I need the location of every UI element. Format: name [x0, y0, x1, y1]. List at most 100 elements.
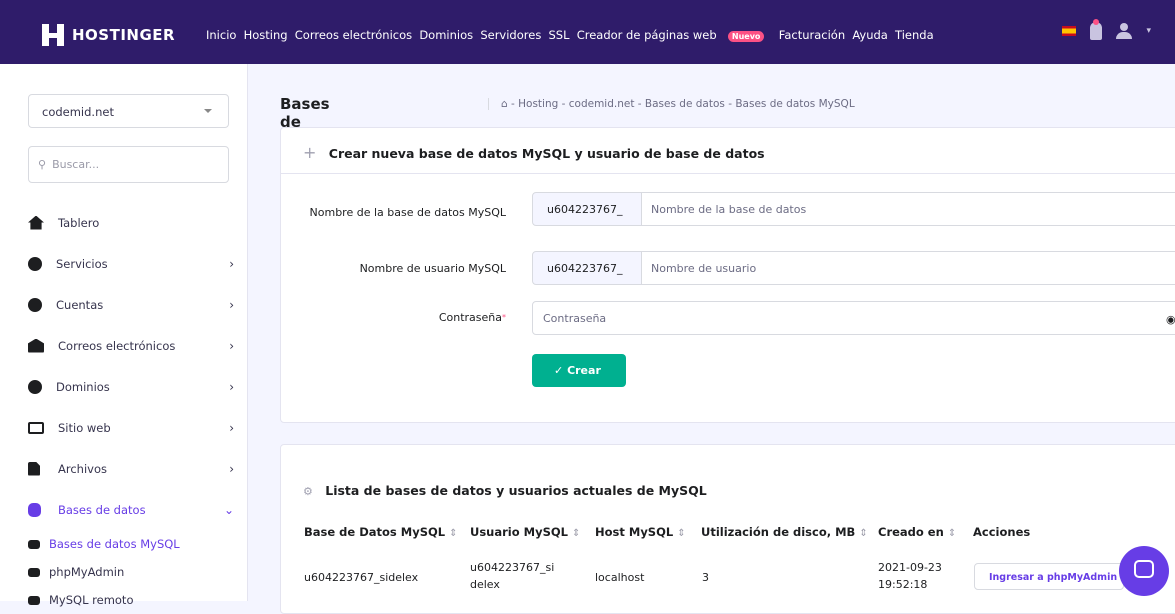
nav-hosting[interactable]: Hosting — [244, 28, 288, 42]
sidebar-item-tablero[interactable]: Tablero — [28, 202, 238, 243]
crear-button[interactable]: ✓ Crear — [532, 354, 626, 387]
nav-ssl[interactable]: SSL — [549, 28, 570, 42]
sidebar-item-label: Archivos — [58, 461, 107, 476]
sidebar-item-correos[interactable]: Correos electrónicos › — [28, 325, 238, 366]
info-icon — [28, 297, 42, 312]
db-name-label: Nombre de la base de datos MySQL — [309, 206, 506, 219]
nav-servidores[interactable]: Servidores — [480, 28, 541, 42]
col-header-label: Usuario MySQL — [470, 525, 568, 539]
col-header-user[interactable]: Usuario MySQL ⇕ — [470, 525, 580, 539]
check-icon: ✓ — [554, 364, 564, 377]
col-header-label: Creado en — [878, 525, 944, 539]
sidebar-item-bases-de-datos[interactable]: Bases de datos ⌄ — [28, 489, 238, 530]
top-navbar: HOSTINGER Inicio Hosting Correos electró… — [0, 0, 1175, 64]
sidebar: codemid.net ⚲ Buscar... Tablero Servicio… — [0, 64, 248, 607]
chevron-right-icon: › — [229, 338, 234, 353]
password-input[interactable]: Contraseña — [532, 301, 1175, 335]
breadcrumb-path[interactable]: - Hosting - codemid.net - Bases de datos… — [511, 98, 855, 110]
eye-icon[interactable]: ◉ — [1166, 313, 1175, 326]
topbar-icons: ▾ — [1062, 19, 1151, 40]
col-header-disk[interactable]: Utilización de disco, MB ⇕ — [701, 525, 868, 539]
chevron-right-icon: › — [229, 379, 234, 394]
col-header-host[interactable]: Host MySQL ⇕ — [595, 525, 686, 539]
sort-icon: ⇕ — [572, 528, 581, 539]
col-header-created[interactable]: Creado en ⇕ — [878, 525, 956, 539]
globe-icon — [28, 379, 42, 394]
sidebar-subitem-label: MySQL remoto — [49, 593, 134, 607]
chevron-right-icon: › — [229, 420, 234, 435]
sidebar-item-servicios[interactable]: Servicios › — [28, 243, 238, 284]
nav-tienda[interactable]: Tienda — [895, 28, 934, 42]
file-icon — [28, 461, 40, 476]
user-name-input[interactable]: Nombre de usuario — [641, 251, 1175, 285]
sidebar-subitem-label: phpMyAdmin — [49, 565, 125, 579]
sidebar-item-label: Bases de datos — [58, 502, 146, 517]
sidebar-subitem-label: Bases de datos MySQL — [49, 537, 180, 551]
sidebar-item-dominios[interactable]: Dominios › — [28, 366, 238, 407]
notification-bell-icon[interactable] — [1090, 19, 1103, 40]
chat-icon — [1134, 560, 1154, 578]
col-header-label: Base de Datos MySQL — [304, 525, 446, 539]
sort-icon: ⇕ — [449, 528, 458, 539]
create-card-title: Crear nueva base de datos MySQL y usuari… — [328, 146, 765, 161]
cell-user: u604223767_sidelex — [470, 561, 555, 591]
domain-select[interactable]: codemid.net — [28, 94, 229, 128]
hostinger-logo[interactable]: HOSTINGER — [42, 24, 175, 46]
required-asterisk: * — [502, 313, 506, 322]
spanish-flag-icon[interactable] — [1062, 26, 1077, 36]
sidebar-subitem-mysql[interactable]: Bases de datos MySQL — [28, 530, 238, 558]
database-icon — [28, 539, 40, 549]
sidebar-subitem-mysql-remoto[interactable]: MySQL remoto — [28, 586, 238, 614]
new-badge: Nuevo — [727, 31, 765, 42]
sidebar-item-label: Cuentas — [56, 297, 104, 312]
chevron-down-icon[interactable]: ▾ — [1146, 26, 1151, 36]
sidebar-item-archivos[interactable]: Archivos › — [28, 448, 238, 489]
hostinger-logo-icon — [42, 24, 64, 46]
password-placeholder: Contraseña — [543, 312, 607, 325]
list-card-header: ⚙ Lista de bases de datos y usuarios act… — [281, 445, 1175, 498]
sidebar-item-cuentas[interactable]: Cuentas › — [28, 284, 238, 325]
database-icon — [28, 502, 41, 517]
db-prefix: u604223767_ — [532, 192, 642, 226]
breadcrumb: ⌂ - Hosting - codemid.net - Bases de dat… — [488, 98, 855, 110]
envelope-icon — [28, 338, 44, 353]
main-nav: Inicio Hosting Correos electrónicos Domi… — [206, 28, 941, 42]
sidebar-item-label: Servicios — [56, 256, 108, 271]
create-card-header[interactable]: + Crear nueva base de datos MySQL y usua… — [281, 128, 1175, 174]
password-label-wrap: Contraseña* — [280, 309, 506, 326]
database-settings-icon — [28, 567, 40, 577]
nav-dominios[interactable]: Dominios — [419, 28, 473, 42]
col-header-label: Utilización de disco, MB — [701, 525, 856, 539]
sidebar-item-label: Dominios — [56, 379, 110, 394]
user-prefix: u604223767_ — [532, 251, 642, 285]
domain-select-value: codemid.net — [42, 105, 114, 119]
database-remote-icon — [28, 595, 40, 605]
sidebar-item-label: Tablero — [58, 215, 100, 230]
user-name-label: Nombre de usuario MySQL — [359, 262, 506, 275]
password-label: Contraseña — [438, 311, 502, 324]
nav-correos[interactable]: Correos electrónicos — [295, 28, 412, 42]
home-icon[interactable]: ⌂ — [501, 98, 508, 110]
sidebar-subitem-phpmyadmin[interactable]: phpMyAdmin — [28, 558, 238, 586]
chat-widget-button[interactable] — [1119, 546, 1169, 596]
sidebar-item-sitio-web[interactable]: Sitio web › — [28, 407, 238, 448]
nav-facturacion[interactable]: Facturación — [779, 28, 845, 42]
cell-created: 2021-09-23 19:52:18 — [878, 561, 942, 591]
nav-ayuda[interactable]: Ayuda — [852, 28, 888, 42]
sidebar-menu: Tablero Servicios › Cuentas › Correos el… — [28, 202, 238, 614]
ingresar-phpmyadmin-button[interactable]: Ingresar a phpMyAdmin — [974, 563, 1124, 590]
plus-icon: + — [303, 143, 317, 162]
nav-creador[interactable]: Creador de páginas web — [577, 28, 717, 42]
nav-inicio[interactable]: Inicio — [206, 28, 236, 42]
cell-disk: 3 — [702, 571, 709, 584]
col-header-db[interactable]: Base de Datos MySQL ⇕ — [304, 525, 458, 539]
nav-creador-wrap[interactable]: Creador de páginas web Nuevo — [577, 28, 772, 42]
sidebar-item-label: Sitio web — [58, 420, 111, 435]
db-name-input[interactable]: Nombre de la base de datos — [641, 192, 1175, 226]
chevron-down-icon: ⌄ — [223, 502, 234, 517]
home-icon — [28, 215, 44, 230]
sort-icon: ⇕ — [859, 528, 868, 539]
user-avatar-icon[interactable] — [1116, 23, 1133, 39]
list-card-title: Lista de bases de datos y usuarios actua… — [325, 483, 707, 498]
sidebar-search-input[interactable]: ⚲ Buscar... — [28, 146, 229, 183]
